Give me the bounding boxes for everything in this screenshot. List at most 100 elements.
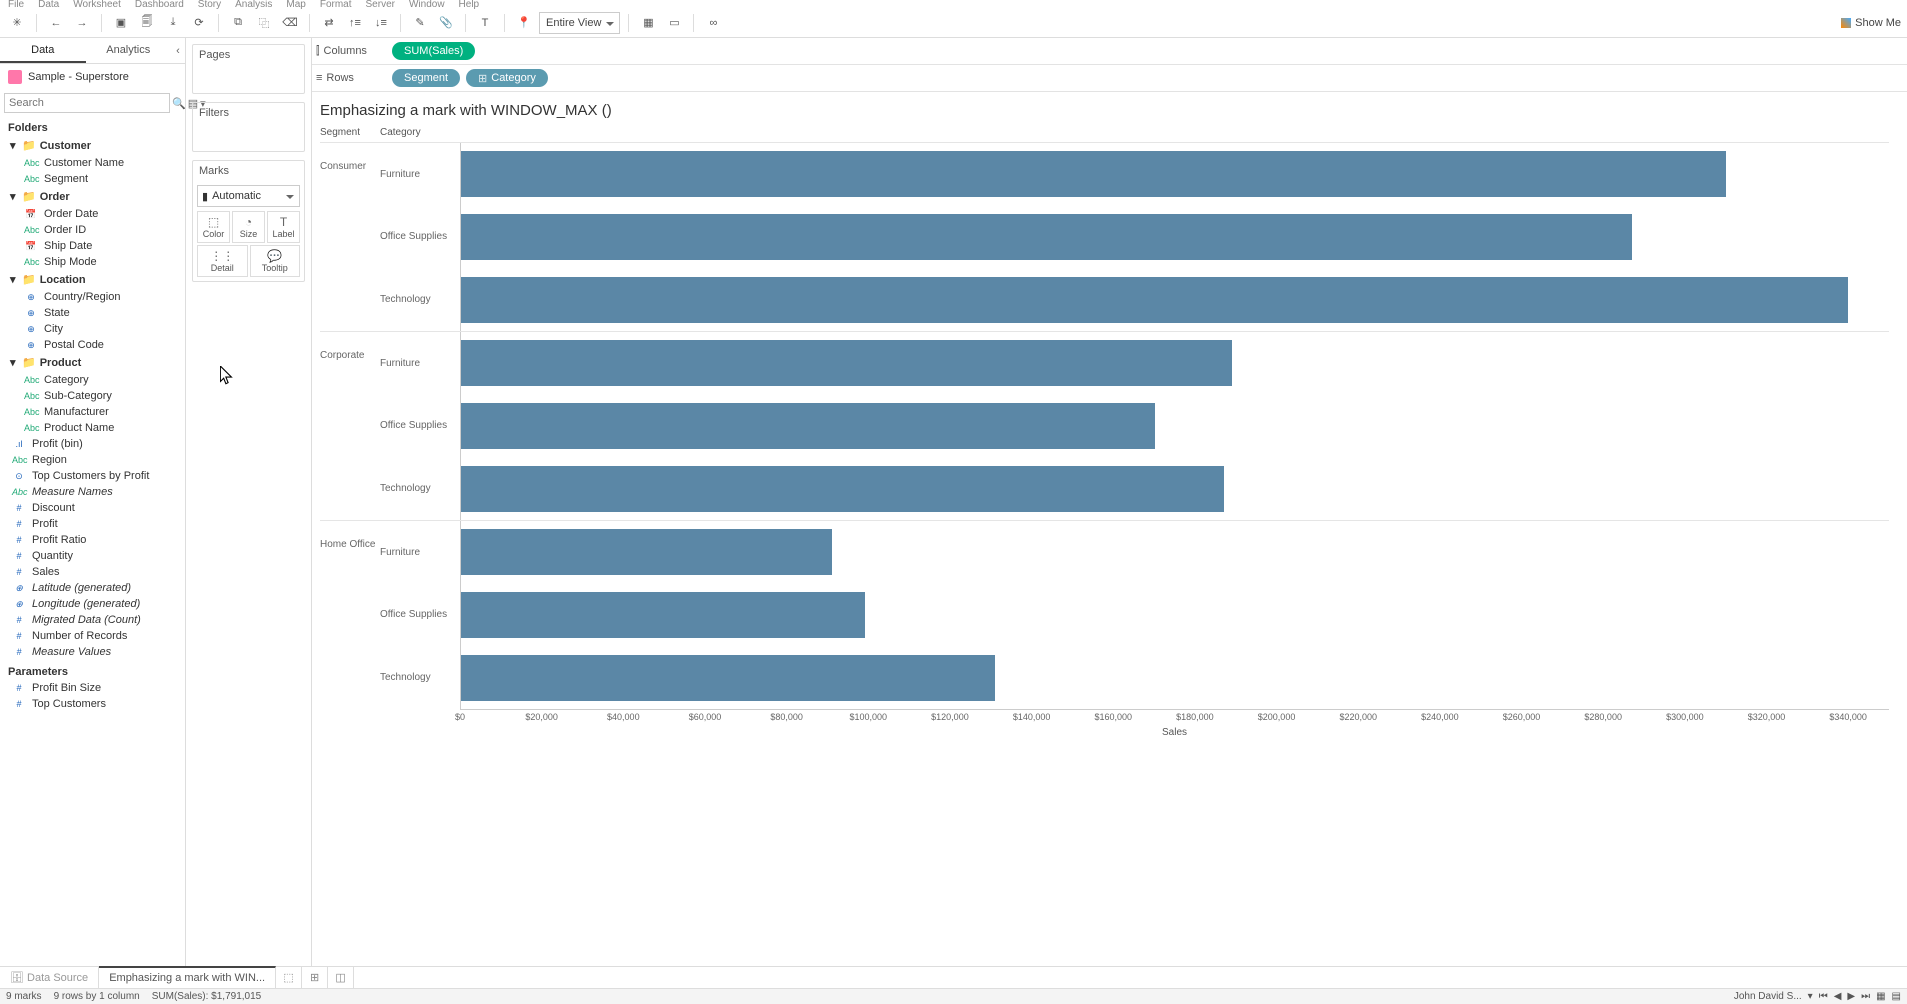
- marks-tooltip-button[interactable]: 💬Tooltip: [250, 245, 301, 277]
- field-ship-date[interactable]: 📅Ship Date: [0, 238, 185, 254]
- view-list-icon[interactable]: ▤: [1892, 991, 1901, 1002]
- bar[interactable]: [461, 214, 1632, 260]
- nav-next-icon[interactable]: ▶: [1847, 991, 1855, 1002]
- bar[interactable]: [461, 277, 1848, 323]
- folder-customer[interactable]: ▾📁Customer: [0, 136, 185, 155]
- marks-size-button[interactable]: ◔Size: [232, 211, 265, 243]
- tab-data[interactable]: Data: [0, 38, 86, 63]
- rows-shelf[interactable]: ≡Rows Segment ⊞Category: [312, 65, 1907, 92]
- pill-sum-sales[interactable]: SUM(Sales): [392, 42, 475, 60]
- field-product-name[interactable]: AbcProduct Name: [0, 420, 185, 436]
- pill-category[interactable]: ⊞Category: [466, 69, 548, 87]
- field-profit[interactable]: #Profit: [0, 516, 185, 532]
- field-latitude-generated-[interactable]: ⊕Latitude (generated): [0, 580, 185, 596]
- fit-selector[interactable]: Entire View: [539, 12, 620, 34]
- field-category[interactable]: AbcCategory: [0, 372, 185, 388]
- status-user[interactable]: John David S...: [1734, 991, 1802, 1002]
- nav-first-icon[interactable]: ⏮: [1819, 991, 1828, 1002]
- field-quantity[interactable]: #Quantity: [0, 548, 185, 564]
- worksheet-title[interactable]: Emphasizing a mark with WINDOW_MAX (): [312, 92, 1907, 127]
- folder-location[interactable]: ▾📁Location: [0, 270, 185, 289]
- forward-icon[interactable]: →: [71, 12, 93, 34]
- logo-icon[interactable]: ✳: [6, 12, 28, 34]
- new-datasource-icon[interactable]: 🗐: [136, 12, 158, 34]
- filters-card[interactable]: Filters: [192, 102, 305, 152]
- folder-order[interactable]: ▾📁Order: [0, 187, 185, 206]
- field-postal-code[interactable]: ⊕Postal Code: [0, 337, 185, 353]
- sort-desc-icon[interactable]: ↓≡: [370, 12, 392, 34]
- highlight-icon[interactable]: ✎: [409, 12, 431, 34]
- bar[interactable]: [461, 592, 865, 638]
- num-type-icon: #: [12, 567, 26, 577]
- field-discount[interactable]: #Discount: [0, 500, 185, 516]
- field-migrated-data-count-[interactable]: #Migrated Data (Count): [0, 612, 185, 628]
- show-cards-icon[interactable]: ▦: [637, 12, 659, 34]
- bar[interactable]: [461, 151, 1726, 197]
- field-longitude-generated-[interactable]: ⊕Longitude (generated): [0, 596, 185, 612]
- collapse-pane-icon[interactable]: ‹: [171, 38, 185, 63]
- bar[interactable]: [461, 466, 1224, 512]
- show-me-button[interactable]: Show Me: [1841, 17, 1901, 29]
- field-profit-bin-[interactable]: .ılProfit (bin): [0, 436, 185, 452]
- nav-prev-icon[interactable]: ◀: [1834, 991, 1842, 1002]
- field-city[interactable]: ⊕City: [0, 321, 185, 337]
- nav-last-icon[interactable]: ⏭: [1861, 991, 1870, 1002]
- search-icon[interactable]: 🔍: [172, 94, 186, 112]
- marks-label-button[interactable]: TLabel: [267, 211, 300, 243]
- worksheet-tab[interactable]: Emphasizing a mark with WIN...: [99, 966, 276, 988]
- pages-card[interactable]: Pages: [192, 44, 305, 94]
- presentation-icon[interactable]: ▭: [663, 12, 685, 34]
- autosave-icon[interactable]: ⤓: [162, 12, 184, 34]
- field-top-customers-by-profit[interactable]: ⊙Top Customers by Profit: [0, 468, 185, 484]
- field-sales[interactable]: #Sales: [0, 564, 185, 580]
- bar[interactable]: [461, 403, 1155, 449]
- bar[interactable]: [461, 340, 1232, 386]
- user-dropdown-icon[interactable]: ▾: [1808, 991, 1813, 1002]
- bar[interactable]: [461, 655, 995, 701]
- columns-shelf[interactable]: ⫿Columns SUM(Sales): [312, 38, 1907, 65]
- field-region[interactable]: AbcRegion: [0, 452, 185, 468]
- field-state[interactable]: ⊕State: [0, 305, 185, 321]
- bar[interactable]: [461, 529, 832, 575]
- datasource-tab[interactable]: 🗄 Data Source: [0, 967, 99, 988]
- pill-segment[interactable]: Segment: [392, 69, 460, 87]
- share-icon[interactable]: ∞: [702, 12, 724, 34]
- field-customer-name[interactable]: AbcCustomer Name: [0, 155, 185, 171]
- marks-color-button[interactable]: ⬚Color: [197, 211, 230, 243]
- save-icon[interactable]: ▣: [110, 12, 132, 34]
- new-worksheet-icon[interactable]: ⧉: [227, 12, 249, 34]
- search-input[interactable]: [4, 93, 170, 113]
- new-dashboard-tab-icon[interactable]: ⊞: [302, 967, 328, 988]
- param-profit-bin-size[interactable]: #Profit Bin Size: [0, 680, 185, 696]
- field-order-date[interactable]: 📅Order Date: [0, 206, 185, 222]
- param-top-customers[interactable]: #Top Customers: [0, 696, 185, 712]
- labels-icon[interactable]: T: [474, 12, 496, 34]
- field-segment[interactable]: AbcSegment: [0, 171, 185, 187]
- pin-icon[interactable]: 📍: [513, 12, 535, 34]
- field-measure-values[interactable]: #Measure Values: [0, 644, 185, 660]
- field-order-id[interactable]: AbcOrder ID: [0, 222, 185, 238]
- swap-icon[interactable]: ⇄: [318, 12, 340, 34]
- view-cards-icon[interactable]: ▦: [1876, 991, 1885, 1002]
- folder-product[interactable]: ▾📁Product: [0, 353, 185, 372]
- field-profit-ratio[interactable]: #Profit Ratio: [0, 532, 185, 548]
- datasource-row[interactable]: Sample - Superstore: [0, 64, 185, 90]
- field-sub-category[interactable]: AbcSub-Category: [0, 388, 185, 404]
- marks-detail-button[interactable]: ⋮⋮Detail: [197, 245, 248, 277]
- duplicate-icon[interactable]: ⿻: [253, 12, 275, 34]
- field-country-region[interactable]: ⊕Country/Region: [0, 289, 185, 305]
- field-manufacturer[interactable]: AbcManufacturer: [0, 404, 185, 420]
- refresh-icon[interactable]: ⟳: [188, 12, 210, 34]
- group-icon[interactable]: 📎: [435, 12, 457, 34]
- tab-analytics[interactable]: Analytics: [86, 38, 172, 63]
- new-story-tab-icon[interactable]: ◫: [328, 967, 354, 988]
- bar-track: [460, 646, 1889, 709]
- sort-asc-icon[interactable]: ↑≡: [344, 12, 366, 34]
- back-icon[interactable]: ←: [45, 12, 67, 34]
- new-worksheet-tab-icon[interactable]: ⬚: [276, 967, 302, 988]
- marks-type-selector[interactable]: ▮ Automatic: [197, 185, 300, 207]
- field-number-of-records[interactable]: #Number of Records: [0, 628, 185, 644]
- field-ship-mode[interactable]: AbcShip Mode: [0, 254, 185, 270]
- field-measure-names[interactable]: AbcMeasure Names: [0, 484, 185, 500]
- clear-icon[interactable]: ⌫: [279, 12, 301, 34]
